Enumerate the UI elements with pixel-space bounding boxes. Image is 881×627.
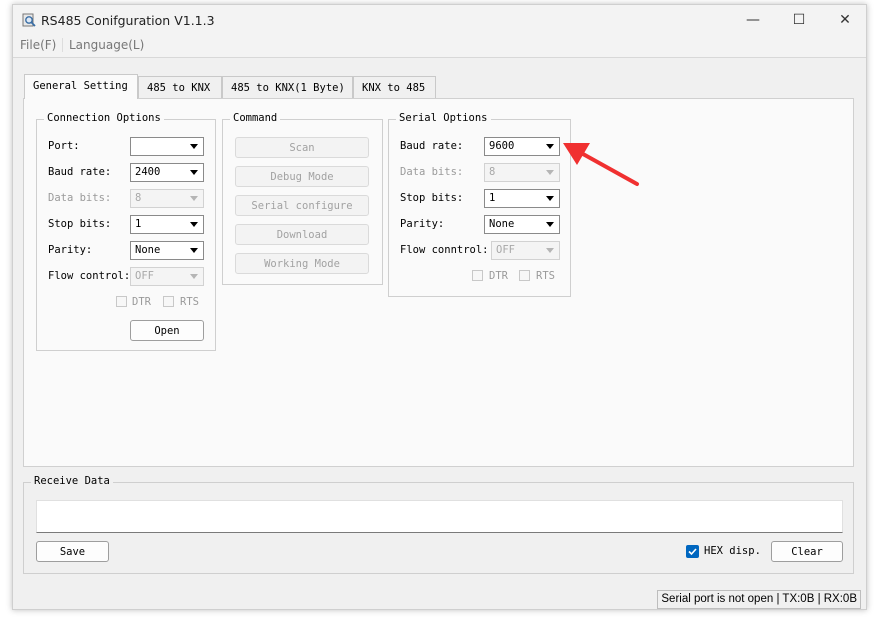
receive-data-title: Receive Data <box>31 475 113 487</box>
serial-data-bits-value: 8 <box>489 166 496 178</box>
serial-stop-bits-select[interactable]: 1 <box>484 189 560 208</box>
port-label: Port: <box>48 140 80 152</box>
hex-disp-checkbox[interactable] <box>686 545 699 558</box>
tab-knx-to-485[interactable]: KNX to 485 <box>353 76 436 98</box>
chevron-down-icon <box>546 144 554 149</box>
receive-data-group: Receive Data Save HEX disp. Clear <box>23 475 854 574</box>
serial-baud-rate-label: Baud rate: <box>400 140 464 152</box>
flow-control-select[interactable]: OFF <box>130 267 204 286</box>
chevron-down-icon <box>190 222 198 227</box>
stop-bits-select[interactable]: 1 <box>130 215 204 234</box>
download-button[interactable]: Download <box>235 224 369 245</box>
chevron-down-icon <box>190 170 198 175</box>
data-bits-select[interactable]: 8 <box>130 189 204 208</box>
rts-label: RTS <box>180 296 199 308</box>
flow-control-value: OFF <box>135 270 154 282</box>
save-button[interactable]: Save <box>36 541 109 562</box>
data-bits-label: Data bits: <box>48 192 112 204</box>
rts-checkbox[interactable] <box>163 296 174 307</box>
serial-data-bits-label: Data bits: <box>400 166 464 178</box>
chevron-down-icon <box>190 196 198 201</box>
check-icon <box>688 548 697 556</box>
data-bits-value: 8 <box>135 192 142 204</box>
serial-data-bits-select[interactable]: 8 <box>484 163 560 182</box>
clear-button[interactable]: Clear <box>771 541 843 562</box>
menu-file[interactable]: File(F) <box>20 38 56 52</box>
serial-configure-button[interactable]: Serial configure <box>235 195 369 216</box>
stop-bits-value: 1 <box>135 218 142 230</box>
flow-control-label: Flow control: <box>48 270 131 282</box>
serial-rts-checkbox[interactable] <box>519 270 530 281</box>
debug-mode-button[interactable]: Debug Mode <box>235 166 369 187</box>
chevron-down-icon <box>190 274 198 279</box>
serial-dtr-checkbox[interactable] <box>472 270 483 281</box>
serial-stop-bits-label: Stop bits: <box>400 192 464 204</box>
serial-parity-value: None <box>489 218 515 230</box>
maximize-button[interactable]: ☐ <box>776 5 822 35</box>
parity-label: Parity: <box>48 244 93 256</box>
menu-language[interactable]: Language(L) <box>62 38 144 52</box>
chevron-down-icon <box>546 196 554 201</box>
close-button[interactable]: ✕ <box>822 5 868 35</box>
baud-rate-value: 2400 <box>135 166 161 178</box>
serial-dtr-label: DTR <box>489 270 508 282</box>
dtr-label: DTR <box>132 296 151 308</box>
working-mode-button[interactable]: Working Mode <box>235 253 369 274</box>
serial-options-title: Serial Options <box>396 112 491 124</box>
serial-rts-label: RTS <box>536 270 555 282</box>
parity-select[interactable]: None <box>130 241 204 260</box>
stop-bits-label: Stop bits: <box>48 218 112 230</box>
baud-rate-select[interactable]: 2400 <box>130 163 204 182</box>
receive-data-area[interactable] <box>36 500 843 533</box>
serial-flow-control-value: OFF <box>496 244 515 256</box>
serial-flow-control-label: Flow conntrol: <box>400 244 489 256</box>
serial-baud-rate-value: 9600 <box>489 140 515 152</box>
hex-disp-label: HEX disp. <box>704 545 761 557</box>
command-group: Command Scan Debug Mode Serial configure… <box>222 112 383 285</box>
baud-rate-label: Baud rate: <box>48 166 112 178</box>
tab-general-setting[interactable]: General Setting <box>24 74 138 99</box>
chevron-down-icon <box>190 248 198 253</box>
connection-options-group: Connection Options Port: Baud rate: 2400… <box>36 112 216 351</box>
serial-options-group: Serial Options Baud rate: 9600 Data bits… <box>388 112 571 297</box>
serial-flow-control-select[interactable]: OFF <box>491 241 560 260</box>
tab-485-to-knx[interactable]: 485 to KNX <box>138 76 222 98</box>
chevron-down-icon <box>546 170 554 175</box>
minimize-button[interactable]: — <box>730 5 776 35</box>
parity-value: None <box>135 244 161 256</box>
serial-baud-rate-select[interactable]: 9600 <box>484 137 560 156</box>
app-icon <box>22 13 36 27</box>
chevron-down-icon <box>546 248 554 253</box>
status-bar: Serial port is not open | TX:0B | RX:0B <box>657 590 861 609</box>
window-title: RS485 Conifguration V1.1.3 <box>41 13 215 28</box>
scan-button[interactable]: Scan <box>235 137 369 158</box>
serial-stop-bits-value: 1 <box>489 192 496 204</box>
menu-bar: File(F) Language(L) <box>13 35 866 58</box>
tab-485-to-knx-1byte[interactable]: 485 to KNX(1 Byte) <box>222 76 353 98</box>
chevron-down-icon <box>190 144 198 149</box>
chevron-down-icon <box>546 222 554 227</box>
command-title: Command <box>230 112 281 124</box>
title-bar: RS485 Conifguration V1.1.3 — ☐ ✕ <box>13 5 866 35</box>
red-arrow-icon <box>563 143 639 186</box>
port-select[interactable] <box>130 137 204 156</box>
serial-parity-select[interactable]: None <box>484 215 560 234</box>
dtr-checkbox[interactable] <box>116 296 127 307</box>
serial-parity-label: Parity: <box>400 218 445 230</box>
general-setting-panel: Connection Options Port: Baud rate: 2400… <box>23 98 854 467</box>
open-button[interactable]: Open <box>130 320 204 341</box>
connection-options-title: Connection Options <box>44 112 164 124</box>
